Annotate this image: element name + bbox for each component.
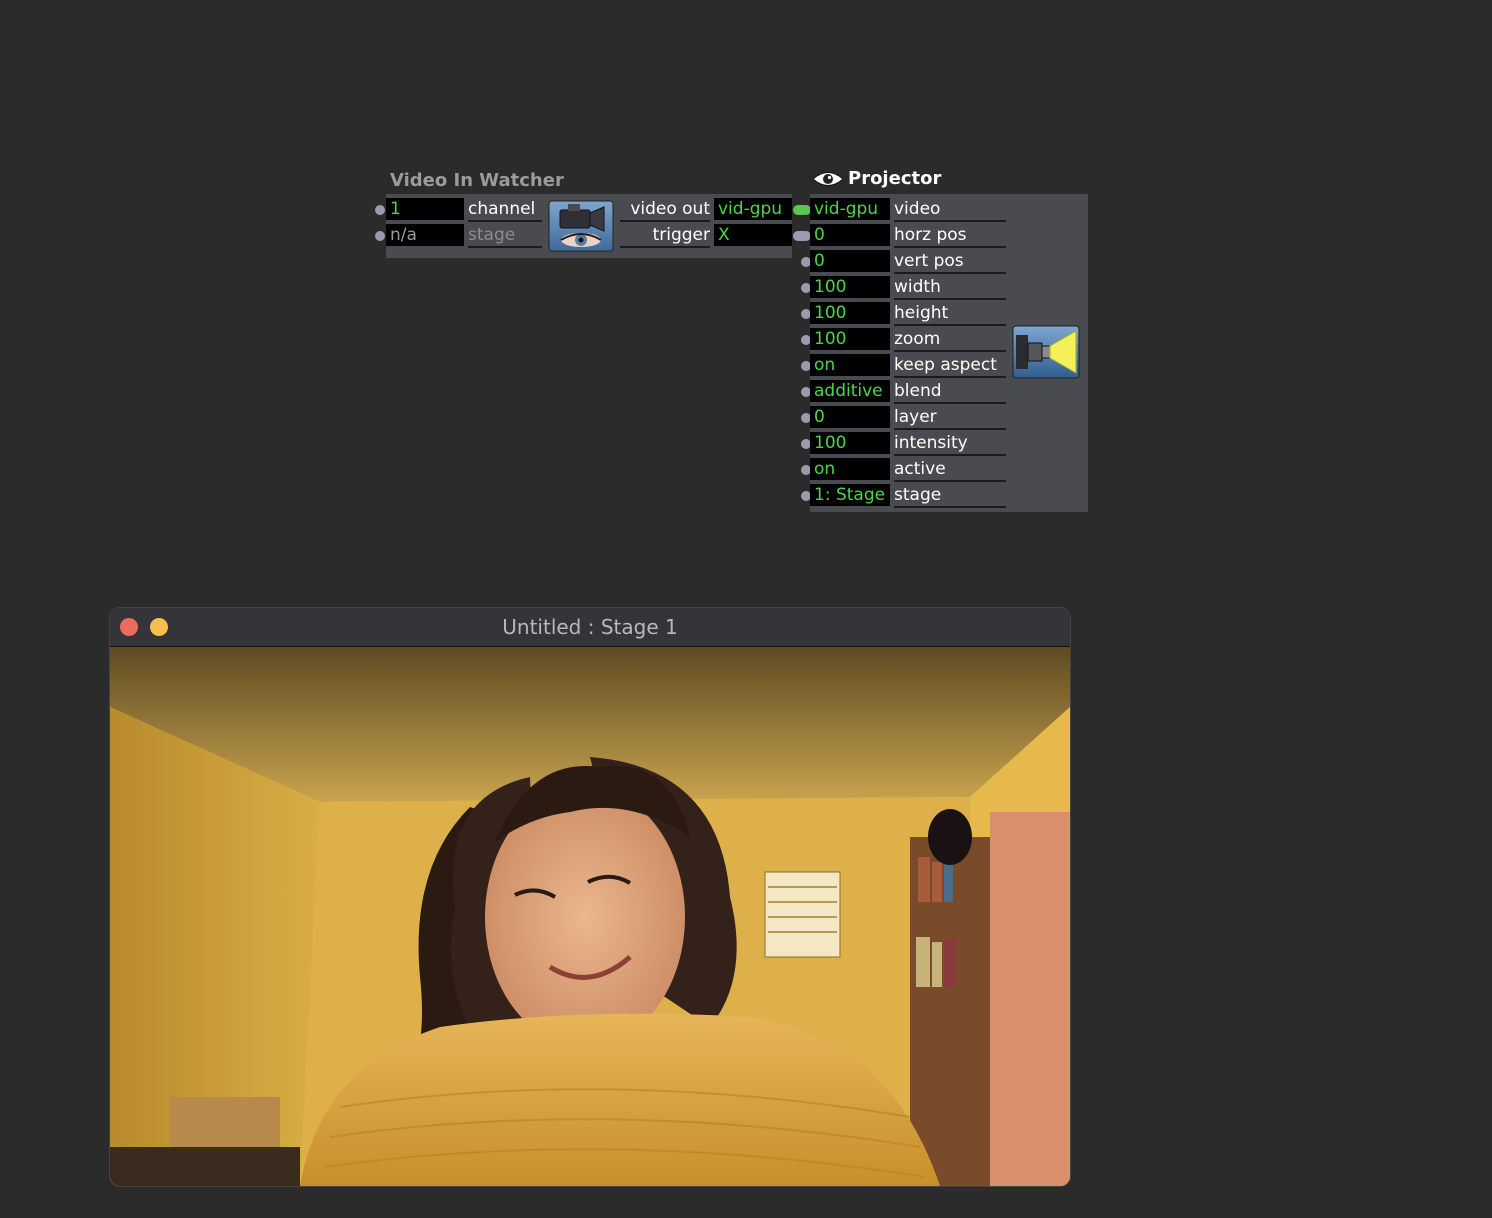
eye-icon — [812, 169, 844, 189]
horz-pos-value[interactable]: 0 — [810, 224, 890, 246]
video-out-value: vid-gpu — [714, 198, 792, 220]
projector-icon — [1012, 325, 1080, 379]
active-value[interactable]: on — [810, 458, 890, 480]
stage-window-titlebar[interactable]: Untitled : Stage 1 — [110, 608, 1070, 647]
intensity-value[interactable]: 100 — [810, 432, 890, 454]
active-label: active — [894, 458, 1006, 482]
live-camera-feed — [110, 647, 1070, 1186]
width-label: width — [894, 276, 1006, 300]
horz-pos-label: horz pos — [894, 224, 1006, 248]
intensity-label: intensity — [894, 432, 1006, 456]
channel-input-port[interactable] — [375, 205, 385, 215]
stage-value[interactable]: n/a — [386, 224, 464, 246]
stage-input-port[interactable] — [375, 231, 385, 241]
blend-value[interactable]: additive — [810, 380, 890, 402]
layer-label: layer — [894, 406, 1006, 430]
video-value[interactable]: vid-gpu — [810, 198, 890, 220]
width-value[interactable]: 100 — [810, 276, 890, 298]
stage-window-title: Untitled : Stage 1 — [502, 615, 678, 639]
channel-value[interactable]: 1 — [386, 198, 464, 220]
height-value[interactable]: 100 — [810, 302, 890, 324]
blend-label: blend — [894, 380, 1006, 404]
zoom-value[interactable]: 100 — [810, 328, 890, 350]
vert-pos-label: vert pos — [894, 250, 1006, 274]
stage-label: stage — [468, 224, 542, 248]
keep-aspect-value[interactable]: on — [810, 354, 890, 376]
video-label: video — [894, 198, 1006, 222]
height-label: height — [894, 302, 1006, 326]
zoom-label: zoom — [894, 328, 1006, 352]
trigger-label: trigger — [620, 224, 710, 248]
trigger-value: X — [714, 224, 792, 246]
channel-label: channel — [468, 198, 542, 222]
stage-value[interactable]: 1: Stage — [810, 484, 890, 506]
video-out-label: video out — [620, 198, 710, 222]
stage-window[interactable]: Untitled : Stage 1 — [110, 608, 1070, 1186]
projector-title[interactable]: Projector — [812, 168, 941, 189]
projector-title-text: Projector — [848, 168, 942, 189]
layer-value[interactable]: 0 — [810, 406, 890, 428]
video-in-watcher-title[interactable]: Video In Watcher — [390, 170, 564, 191]
stage-label: stage — [894, 484, 1006, 508]
keep-aspect-label: keep aspect — [894, 354, 1006, 378]
vert-pos-value[interactable]: 0 — [810, 250, 890, 272]
camera-eye-icon — [548, 200, 614, 252]
